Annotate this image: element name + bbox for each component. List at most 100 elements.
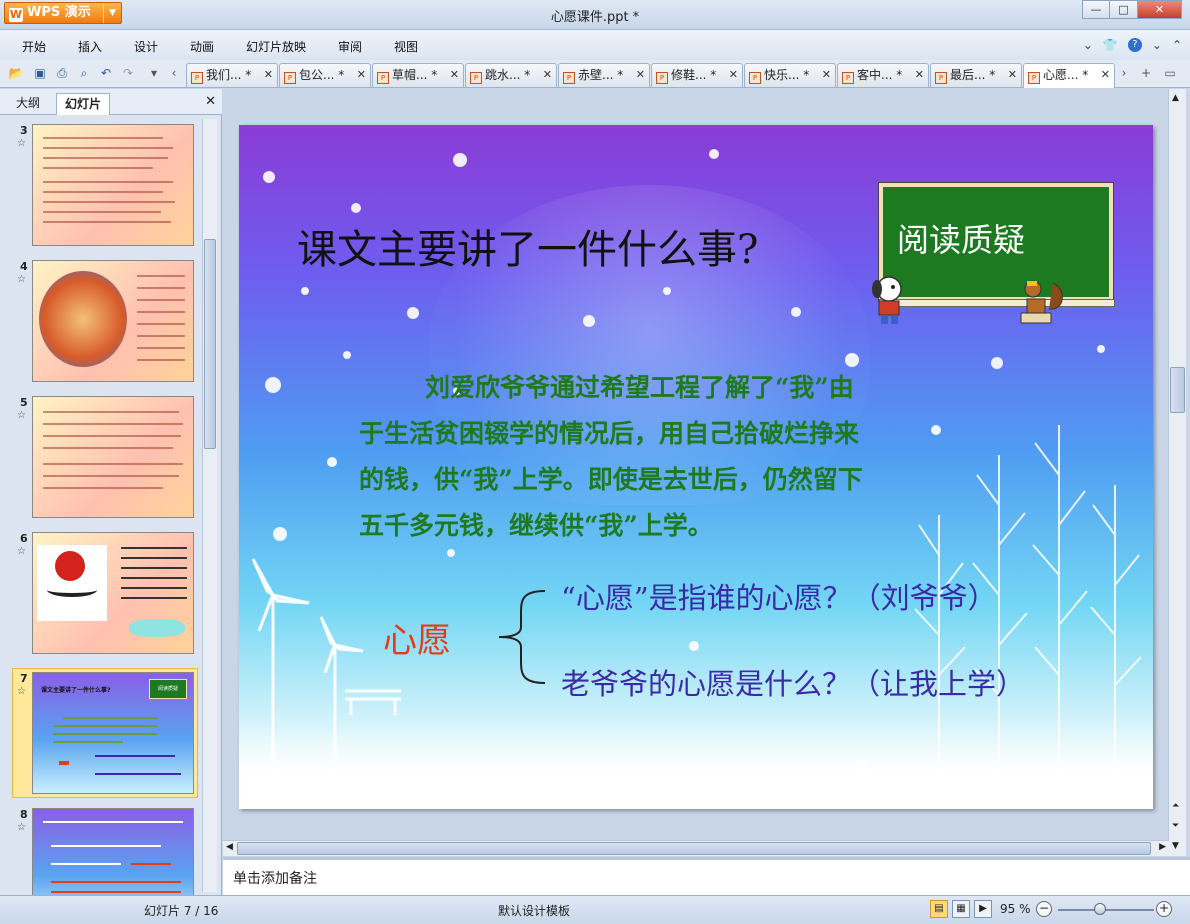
scrollbar-thumb[interactable] [204, 239, 216, 449]
scroll-down-icon[interactable]: ▼ [1172, 841, 1179, 851]
zoom-level[interactable]: 95 % [1000, 902, 1031, 916]
question-2[interactable]: 老爷爷的心愿是什么？（让我上学） [561, 661, 1025, 703]
thumb-number: 3 [20, 124, 28, 137]
tab-doc-5[interactable]: P 赤壁... * ✕ [558, 63, 650, 87]
close-icon[interactable]: ✕ [205, 94, 216, 109]
tab-scroll-right-icon[interactable]: › [1116, 65, 1132, 81]
tab-slides[interactable]: 幻灯片 [56, 93, 111, 115]
scroll-left-icon[interactable]: ◀ [226, 842, 233, 852]
tab-outline[interactable]: 大纲 [8, 93, 48, 115]
slide-thumbnail[interactable] [32, 260, 194, 382]
close-tab-icon[interactable]: ✕ [1101, 64, 1110, 86]
zoom-slider-knob[interactable] [1094, 903, 1106, 915]
zoom-in-icon[interactable]: + [1156, 901, 1172, 917]
animation-star-icon: ☆ [17, 822, 26, 833]
close-tab-icon[interactable]: ✕ [729, 64, 738, 86]
tab-list-icon[interactable]: ▭ [1162, 65, 1178, 81]
document-tab-bar: 📂 ▣ ⎙ ⌕ ↶ ↷ ▾ ‹ P 我们... * ✕ P 包公... * ✕ P 草帽.… [0, 60, 1190, 88]
collapse-ribbon-icon[interactable]: ⌃ [1172, 38, 1182, 52]
snow-dot [453, 153, 467, 167]
tab-doc-6[interactable]: P 修鞋... * ✕ [651, 63, 743, 87]
normal-view-icon[interactable]: ▤ [930, 900, 948, 918]
close-tab-icon[interactable]: ✕ [636, 64, 645, 86]
keyword-label[interactable]: 心愿 [383, 613, 451, 662]
print-icon[interactable]: ⎙ [54, 65, 70, 81]
new-tab-icon[interactable]: + [1138, 65, 1154, 81]
tab-doc-7[interactable]: P 快乐... * ✕ [744, 63, 836, 87]
snow-ground [239, 725, 1153, 809]
undo-icon[interactable]: ↶ [98, 65, 114, 81]
slide-thumbnail[interactable] [32, 808, 194, 895]
slide-thumbnail[interactable] [32, 396, 194, 518]
next-slide-icon[interactable]: ⏷ [1172, 821, 1179, 831]
minimize-button[interactable]: — [1082, 0, 1110, 19]
menu-view[interactable]: 视图 [394, 38, 418, 55]
chevron-down-icon[interactable]: ⌄ [1152, 38, 1162, 52]
slideshow-view-icon[interactable]: ▶ [974, 900, 992, 918]
chevron-down-icon[interactable]: ⌄ [1083, 38, 1093, 52]
menu-insert[interactable]: 插入 [78, 38, 102, 55]
scroll-right-icon[interactable]: ▶ [1159, 842, 1166, 852]
close-tab-icon[interactable]: ✕ [357, 64, 366, 86]
open-icon[interactable]: 📂 [8, 65, 24, 81]
tab-doc-1[interactable]: P 我们... * ✕ [186, 63, 278, 87]
tab-doc-4[interactable]: P 跳水... * ✕ [465, 63, 557, 87]
menu-design[interactable]: 设计 [134, 38, 158, 55]
thumbnail-list: 3 ☆ 4 ☆ 5 ☆ 6 ☆ 7 ☆ 课文主要讲了一件什么事? 阅读质疑 8 … [0, 116, 200, 895]
notes-pane[interactable]: 单击添加备注 [223, 857, 1190, 895]
slide-sorter-icon[interactable]: ▦ [952, 900, 970, 918]
close-tab-icon[interactable]: ✕ [915, 64, 924, 86]
tab-doc-active[interactable]: P 心愿... * ✕ [1023, 63, 1115, 88]
slide-thumbnail[interactable] [32, 532, 194, 654]
zoom-slider[interactable] [1058, 909, 1154, 911]
menu-animation[interactable]: 动画 [190, 38, 214, 55]
summary-paragraph[interactable]: 刘爱欣爷爷通过希望工程了解了“我”由 于生活贫困辍学的情况后，用自己拾破烂挣来 … [359, 365, 979, 549]
customize-toolbar-icon[interactable]: ▾ [146, 65, 162, 81]
thumbnail-scrollbar[interactable] [202, 119, 217, 892]
menu-home[interactable]: 开始 [22, 38, 46, 55]
menu-right-icons: ⌄ 👕 ? ⌄ ⌃ [1083, 38, 1182, 52]
notes-placeholder[interactable]: 单击添加备注 [233, 868, 317, 888]
redo-icon[interactable]: ↷ [120, 65, 136, 81]
thumb-number: 4 [20, 260, 28, 273]
menu-slideshow[interactable]: 幻灯片放映 [246, 38, 306, 55]
print-preview-icon[interactable]: ⌕ [76, 65, 92, 81]
scroll-up-icon[interactable]: ▲ [1172, 93, 1179, 103]
animation-star-icon: ☆ [17, 138, 26, 149]
close-tab-icon[interactable]: ✕ [822, 64, 831, 86]
slide-thumbnail[interactable] [32, 124, 194, 246]
tab-doc-2[interactable]: P 包公... * ✕ [279, 63, 371, 87]
scrollbar-thumb[interactable] [1170, 367, 1185, 413]
zoom-out-icon[interactable]: − [1036, 901, 1052, 917]
close-button[interactable]: ✕ [1138, 0, 1182, 19]
help-icon[interactable]: ? [1127, 38, 1142, 52]
close-tab-icon[interactable]: ✕ [1008, 64, 1017, 86]
skin-icon[interactable]: 👕 [1103, 38, 1118, 52]
scrollbar-thumb[interactable] [237, 842, 1151, 855]
snow-dot [327, 457, 337, 467]
save-icon[interactable]: ▣ [32, 65, 48, 81]
panel-tabs: 大纲 幻灯片 ✕ [0, 89, 222, 115]
tab-doc-8[interactable]: P 客中... * ✕ [837, 63, 929, 87]
slide-thumbnail-active[interactable]: 课文主要讲了一件什么事? 阅读质疑 [32, 672, 194, 794]
paragraph-line: 刘爱欣爷爷通过希望工程了解了“我”由 [425, 373, 854, 402]
menu-review[interactable]: 审阅 [338, 38, 362, 55]
prev-slide-icon[interactable]: ⏶ [1172, 801, 1179, 811]
close-tab-icon[interactable]: ✕ [543, 64, 552, 86]
close-tab-icon[interactable]: ✕ [264, 64, 273, 86]
snow-dot [351, 203, 361, 213]
slide[interactable]: 课文主要讲了一件什么事? 阅读质疑 刘爱欣爷爷通过希望工程了解了“我”由 于生活… [239, 125, 1153, 809]
question-1[interactable]: “心愿”是指谁的心愿？（刘爷爷） [561, 575, 997, 617]
tab-doc-9[interactable]: P 最后... * ✕ [930, 63, 1022, 87]
slide-title[interactable]: 课文主要讲了一件什么事? [297, 217, 758, 275]
paragraph-line: 于生活贫困辍学的情况后，用自己拾破烂挣来 [359, 419, 860, 448]
close-tab-icon[interactable]: ✕ [450, 64, 459, 86]
tab-doc-3[interactable]: P 草帽... * ✕ [372, 63, 464, 87]
maximize-button[interactable]: □ [1110, 0, 1138, 19]
slide-panel: 大纲 幻灯片 ✕ 3 ☆ 4 ☆ 5 ☆ 6 ☆ 7 ☆ 课文主要讲了一件什么事… [0, 89, 222, 895]
horizontal-scrollbar[interactable]: ◀ ▶ [223, 840, 1169, 856]
design-template-name[interactable]: 默认设计模板 [498, 902, 570, 919]
tab-scroll-left-icon[interactable]: ‹ [166, 65, 182, 81]
animation-star-icon: ☆ [17, 410, 26, 421]
vertical-scrollbar[interactable]: ▲ ⏶ ⏷ ▼ [1168, 89, 1186, 856]
